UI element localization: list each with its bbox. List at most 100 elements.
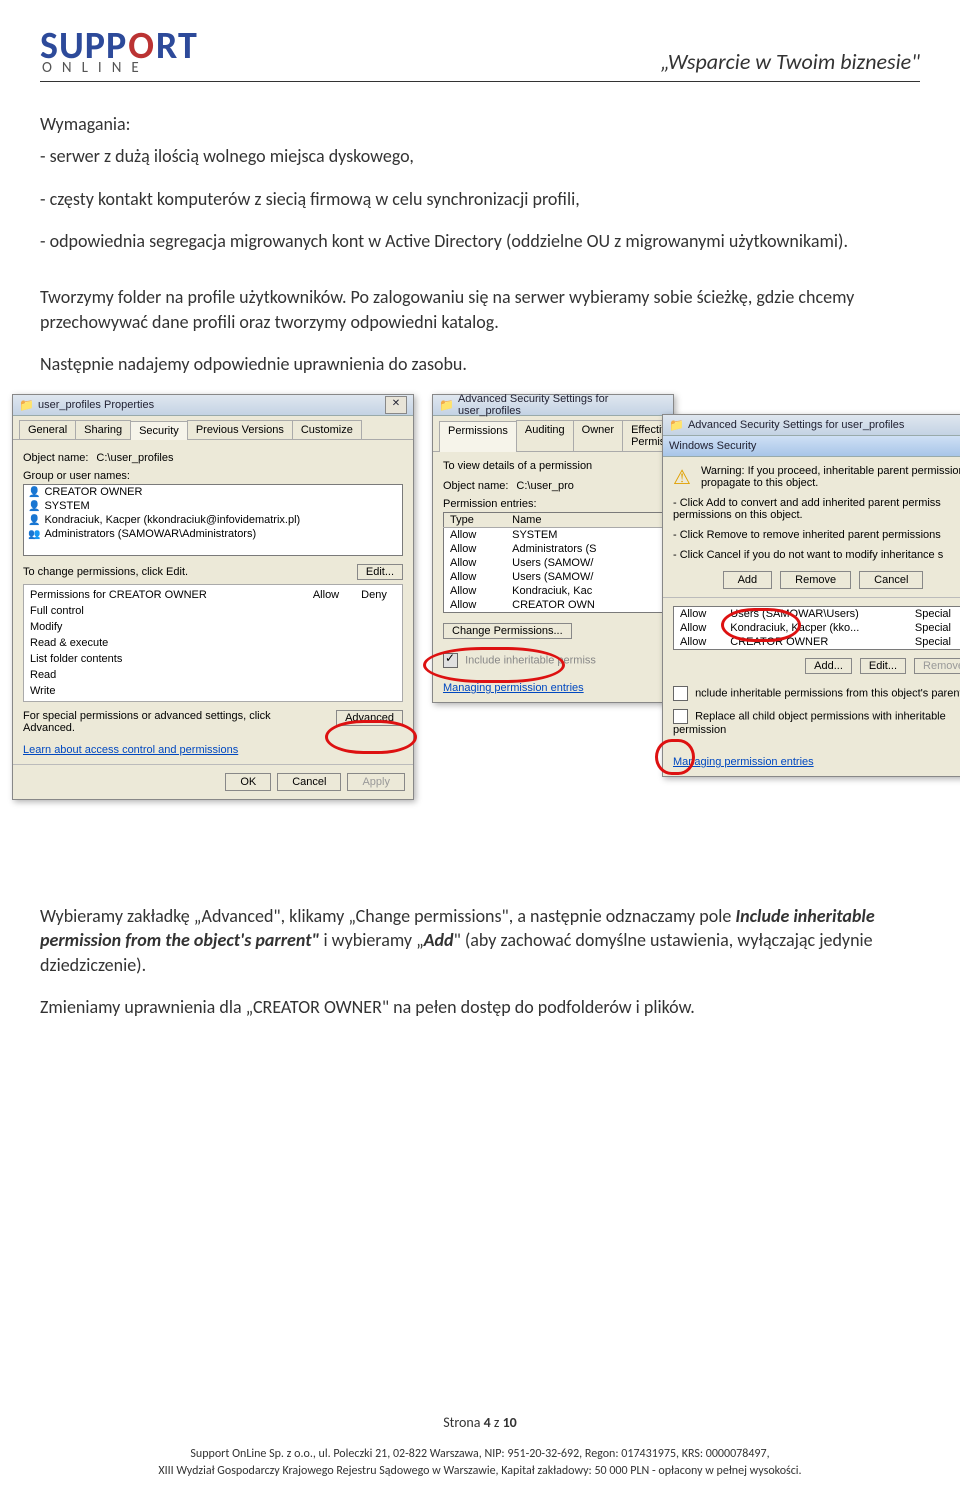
tab-sharing[interactable]: Sharing: [75, 420, 131, 439]
table-row[interactable]: AllowKondraciuk, Kac: [444, 584, 663, 598]
change-permissions-button[interactable]: Change Permissions...: [443, 623, 572, 639]
description-text: To view details of a permission: [443, 460, 663, 472]
perm-row: Modify: [28, 619, 302, 635]
paragraph: Następnie nadajemy odpowiednie uprawnien…: [40, 352, 920, 376]
dialog-buttons: OK Cancel Apply: [13, 764, 413, 799]
object-name-value: C:\user_pro: [516, 480, 573, 492]
text-run: Wybieramy zakładkę „Advanced", klikamy „…: [40, 905, 735, 927]
tab-pane: Object name: C:\user_profiles Group or u…: [13, 440, 413, 764]
object-name-value: C:\user_profiles: [96, 452, 173, 464]
managing-link[interactable]: Managing permission entries: [443, 682, 584, 694]
apply-button[interactable]: Apply: [347, 773, 405, 791]
permissions-grid: Permissions for CREATOR OWNER Allow Deny…: [23, 584, 403, 702]
user-name: Kondraciuk, Kacper (kkondraciuk@infovide…: [44, 514, 300, 526]
titlebar: 📁Advanced Security Settings for user_pro…: [663, 415, 960, 436]
close-icon[interactable]: ✕: [385, 396, 407, 414]
text-run-bold: Add: [424, 929, 454, 951]
logo-text2: RT: [156, 30, 198, 62]
include-inheritable-checkbox[interactable]: [673, 686, 688, 701]
list-item[interactable]: 👤 Kondraciuk, Kacper (kkondraciuk@infovid…: [24, 513, 402, 527]
tabs: Permissions Auditing Owner Effective Per…: [433, 416, 673, 452]
include-inheritable-label: nclude inheritable permissions from this…: [695, 688, 960, 700]
text-run: i wybieramy „: [319, 929, 423, 951]
remove-button[interactable]: Remove: [914, 658, 960, 674]
page-header: SUPPORT ONLINE „Wsparcie w Twoim biznesi…: [40, 30, 920, 75]
document-body-lower: Wybieramy zakładkę „Advanced", klikamy „…: [40, 904, 920, 1019]
requirements-heading: Wymagania:: [40, 112, 920, 136]
perm-row: Read: [28, 667, 302, 683]
perm-row: Write: [28, 683, 302, 699]
header-divider: [40, 81, 920, 82]
tab-general[interactable]: General: [19, 420, 76, 439]
table-row[interactable]: AllowSYSTEM: [444, 528, 663, 543]
special-hint: For special permissions or advanced sett…: [23, 710, 273, 734]
user-icon: 👤: [28, 487, 40, 498]
user-name: CREATOR OWNER: [44, 486, 142, 498]
tab-pane: To view details of a permission Object n…: [433, 452, 673, 702]
add-button[interactable]: Add...: [805, 658, 852, 674]
replace-child-label: Replace all child object permissions wit…: [673, 711, 946, 737]
tab-customize[interactable]: Customize: [292, 420, 362, 439]
users-listbox[interactable]: 👤 CREATOR OWNER 👤SYSTEM 👤 Kondraciuk, Kacp…: [23, 484, 403, 556]
paragraph: Wybieramy zakładkę „Advanced", klikamy „…: [40, 904, 920, 977]
requirement-item: - odpowiednia segregacja migrowanych kon…: [40, 229, 920, 253]
footer-line: XIII Wydział Gospodarczy Krajowego Rejes…: [0, 1463, 960, 1480]
window-advanced-security-2: 📁Advanced Security Settings for user_pro…: [662, 414, 960, 777]
col-type: Type: [444, 513, 507, 528]
advanced-button[interactable]: Advanced: [336, 710, 403, 726]
cancel-button[interactable]: Cancel: [277, 773, 341, 791]
learn-link[interactable]: Learn about access control and permissio…: [23, 744, 238, 756]
tab-owner[interactable]: Owner: [573, 420, 623, 451]
permissions-for-label: Permissions for CREATOR OWNER: [28, 587, 302, 603]
underlying-pane: AllowUsers (SAMOWAR\Users)Special AllowK…: [663, 597, 960, 776]
warning-text: Warning: If you proceed, inheritable par…: [673, 465, 960, 489]
tab-previous-versions[interactable]: Previous Versions: [187, 420, 293, 439]
warning-icon: ⚠: [673, 465, 691, 490]
remove-button[interactable]: Remove: [780, 571, 851, 589]
document-body: Wymagania: - serwer z dużą ilością wolne…: [40, 112, 920, 376]
replace-child-checkbox[interactable]: [673, 709, 688, 724]
warning-text: - Click Cancel if you do not want to mod…: [673, 549, 960, 561]
table-row[interactable]: AllowKondraciuk, Kacper (kko...Special: [674, 621, 960, 635]
screenshot-composite: 📁 user_profiles Properties ✕ General Shar…: [12, 394, 960, 874]
permission-entries-label: Permission entries:: [443, 498, 663, 510]
underlying-table[interactable]: AllowUsers (SAMOWAR\Users)Special AllowK…: [673, 606, 960, 650]
window-title: user_profiles Properties: [38, 399, 154, 411]
list-item[interactable]: 👤SYSTEM: [24, 499, 402, 513]
table-row[interactable]: AllowUsers (SAMOWAR\Users)Special: [674, 607, 960, 622]
tab-auditing[interactable]: Auditing: [516, 420, 574, 451]
window-title: Advanced Security Settings for user_prof…: [458, 393, 667, 417]
edit-button[interactable]: Edit...: [860, 658, 906, 674]
table-row[interactable]: AllowCREATOR OWNERSpecial: [674, 635, 960, 650]
object-name-label: Object name:: [23, 452, 88, 464]
tabs: General Sharing Security Previous Versio…: [13, 416, 413, 440]
permission-entries-table[interactable]: TypeName AllowSYSTEM AllowAdministrators…: [443, 512, 663, 613]
titlebar: 📁Advanced Security Settings for user_pro…: [433, 395, 673, 416]
include-inheritable-checkbox[interactable]: [443, 653, 458, 668]
users-icon: 👥: [28, 529, 40, 540]
table-row[interactable]: AllowCREATOR OWN: [444, 598, 663, 613]
footer-line: Support OnLine Sp. z o.o., ul. Poleczki …: [0, 1446, 960, 1463]
list-item[interactable]: 👤 CREATOR OWNER: [24, 485, 402, 499]
folder-icon: 📁: [669, 418, 684, 432]
tab-permissions[interactable]: Permissions: [439, 421, 517, 452]
user-icon: 👤: [28, 501, 40, 512]
allow-header: Allow: [302, 587, 350, 603]
ok-button[interactable]: OK: [225, 773, 271, 791]
tab-security[interactable]: Security: [130, 421, 188, 440]
list-item[interactable]: 👥Administrators (SAMOWAR\Administrators): [24, 527, 402, 541]
titlebar-security: Windows Security: [663, 436, 960, 457]
tagline: „Wsparcie w Twoim biznesie": [660, 48, 920, 75]
paragraph: Zmieniamy uprawnienia dla „CREATOR OWNER…: [40, 995, 920, 1019]
table-row[interactable]: AllowUsers (SAMOW/: [444, 570, 663, 584]
edit-button[interactable]: Edit...: [357, 564, 403, 580]
add-button[interactable]: Add: [723, 571, 773, 589]
table-row[interactable]: AllowAdministrators (S: [444, 542, 663, 556]
table-row[interactable]: AllowUsers (SAMOW/: [444, 556, 663, 570]
managing-link[interactable]: Managing permission entries: [673, 756, 814, 768]
requirement-item: - serwer z dużą ilością wolnego miejsca …: [40, 144, 920, 168]
folder-icon: 📁: [19, 398, 34, 412]
user-icon: 👤: [28, 515, 40, 526]
logo-o: O: [128, 30, 155, 62]
cancel-button[interactable]: Cancel: [859, 571, 923, 589]
